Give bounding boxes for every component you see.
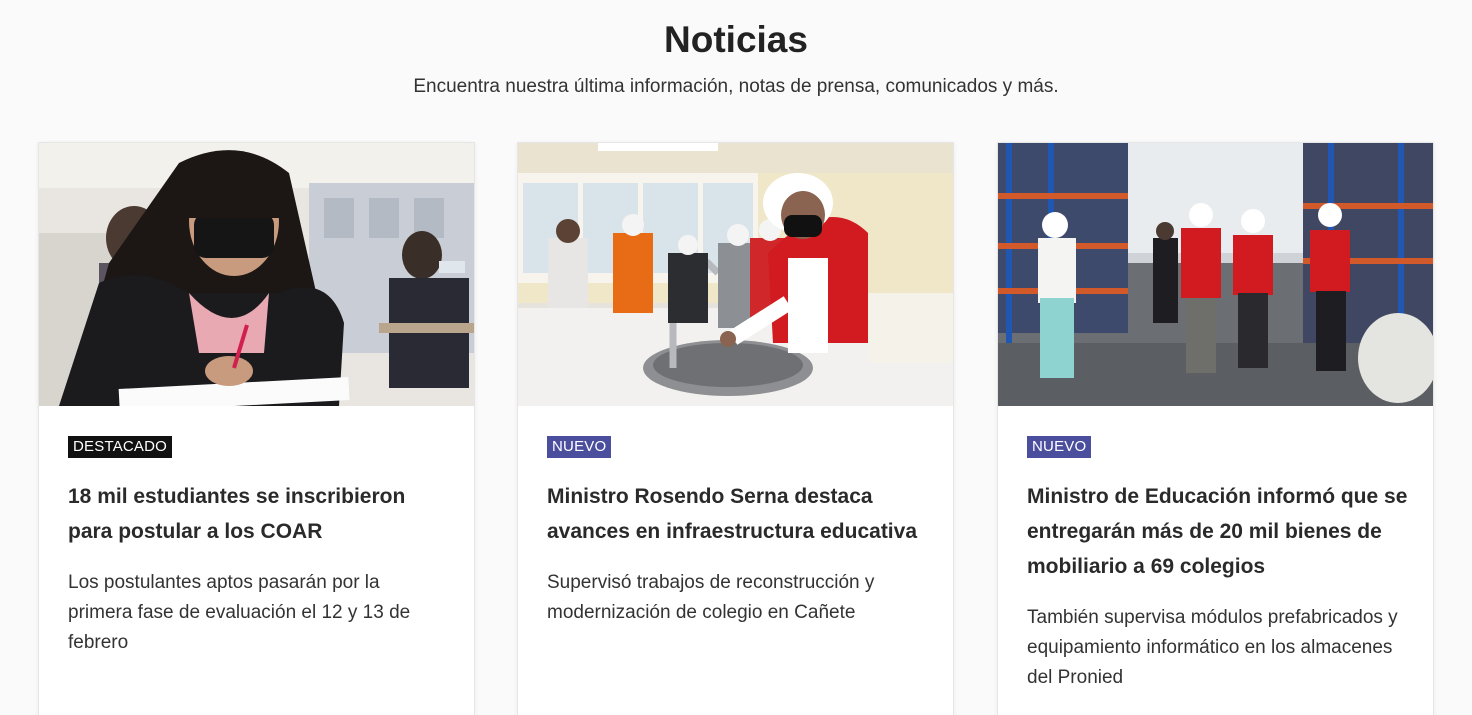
news-card-infraestructura[interactable]: NUEVO Ministro Rosendo Serna destaca ava… <box>517 142 954 715</box>
news-description: Supervisó trabajos de reconstrucción y m… <box>547 572 875 623</box>
new-badge: NUEVO <box>1027 436 1092 458</box>
news-card-coar[interactable]: DESTACADO 18 mil estudiantes se inscribi… <box>38 142 475 715</box>
section-title: Noticias <box>664 19 808 60</box>
new-badge: NUEVO <box>547 436 612 458</box>
news-image-student-exam[interactable] <box>39 143 474 406</box>
news-section: Noticias Encuentra nuestra última inform… <box>0 0 1472 715</box>
news-image-minister-sink[interactable] <box>518 143 953 406</box>
featured-badge: DESTACADO <box>68 436 173 458</box>
news-card-mobiliario[interactable]: NUEVO Ministro de Educación informó que … <box>997 142 1434 715</box>
news-description: También supervisa módulos prefabricados … <box>1027 607 1398 688</box>
news-description: Los postulantes aptos pasarán por la pri… <box>68 572 411 653</box>
news-title[interactable]: 18 mil estudiantes se inscribieron para … <box>68 479 453 549</box>
news-title[interactable]: Ministro Rosendo Serna destaca avances e… <box>547 479 932 549</box>
news-image-warehouse[interactable] <box>998 143 1433 406</box>
news-title[interactable]: Ministro de Educación informó que se ent… <box>1027 479 1412 584</box>
section-subtitle: Encuentra nuestra última información, no… <box>413 76 1059 97</box>
